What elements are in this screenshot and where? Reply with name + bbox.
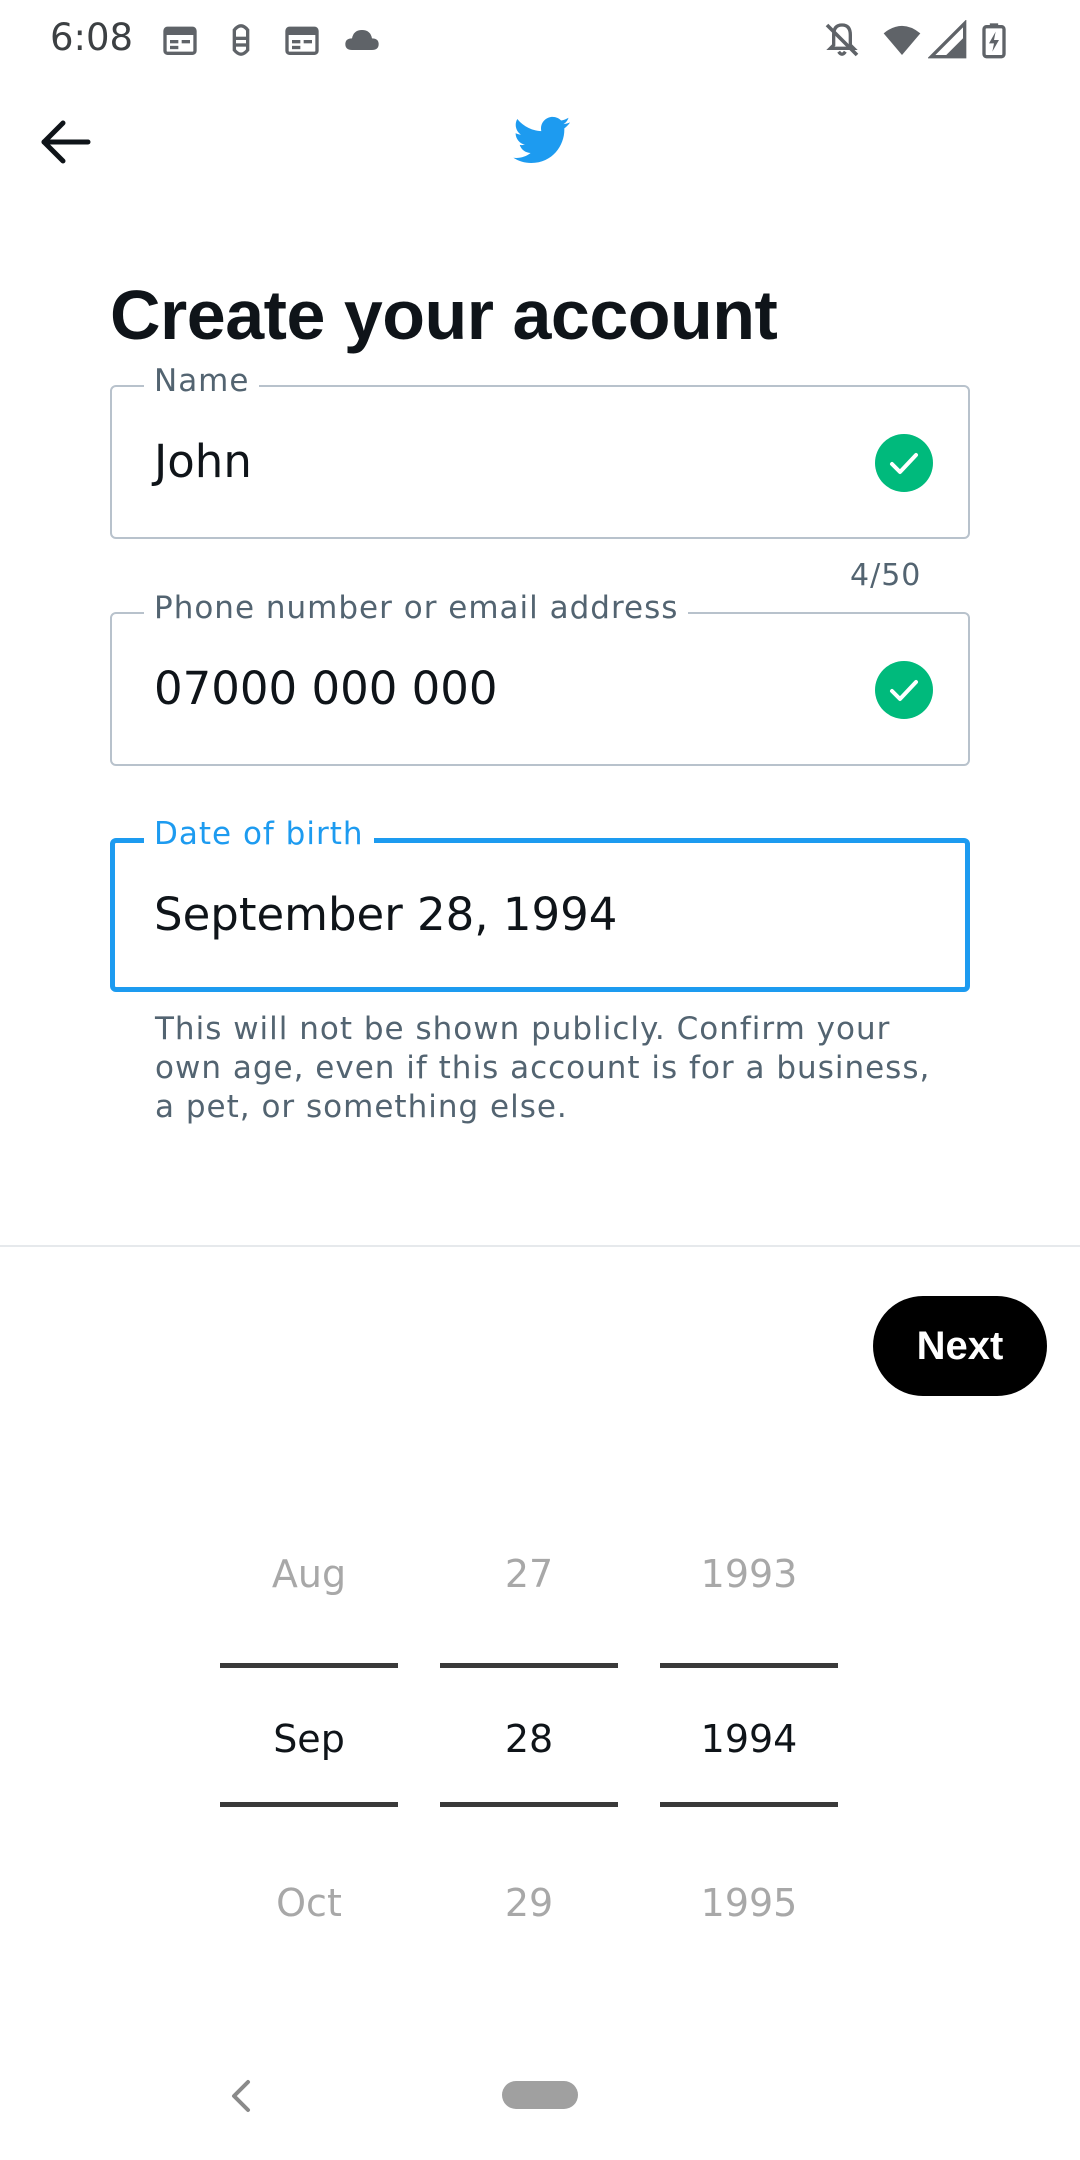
contact-field-value: 07000 000 000	[154, 662, 498, 715]
battery-charging-icon	[974, 20, 1014, 60]
notifications-off-icon	[822, 20, 862, 60]
divider	[0, 1245, 1080, 1247]
name-field-label: Name	[144, 363, 260, 399]
name-char-counter: 4/50	[850, 558, 922, 593]
day-picker[interactable]: 27 28 29	[440, 1530, 618, 1970]
wifi-icon	[882, 20, 922, 60]
arrow-left-icon	[41, 120, 91, 164]
picker-divider	[660, 1802, 838, 1807]
calendar-icon	[160, 20, 200, 60]
cell-signal-icon	[927, 19, 968, 60]
picker-month-prev[interactable]: Aug	[220, 1552, 398, 1596]
twitter-bird-icon	[508, 110, 574, 170]
month-picker[interactable]: Aug Sep Oct	[220, 1530, 398, 1970]
name-field[interactable]: Name John	[110, 363, 970, 539]
contact-field[interactable]: Phone number or email address 07000 000 …	[110, 590, 970, 766]
dob-helper-text: This will not be shown publicly. Confirm…	[155, 1011, 931, 1125]
bug-icon	[221, 20, 261, 60]
calendar-icon	[282, 20, 322, 60]
picker-day-prev[interactable]: 27	[440, 1552, 618, 1596]
picker-month-selected[interactable]: Sep	[220, 1717, 398, 1761]
picker-divider	[220, 1663, 398, 1668]
nav-back-icon	[232, 2080, 250, 2112]
dob-field[interactable]: Date of birth September 28, 1994	[110, 816, 970, 992]
back-button[interactable]	[36, 112, 96, 172]
next-button[interactable]: Next	[873, 1296, 1047, 1396]
dob-field-label: Date of birth	[144, 816, 374, 852]
picker-divider	[440, 1663, 618, 1668]
picker-month-next[interactable]: Oct	[220, 1881, 398, 1925]
name-field-value: John	[154, 435, 252, 488]
picker-divider	[220, 1802, 398, 1807]
picker-divider	[440, 1802, 618, 1807]
picker-year-selected[interactable]: 1994	[660, 1717, 838, 1761]
nav-back-button[interactable]	[226, 2076, 256, 2116]
check-circle-icon	[875, 434, 933, 492]
picker-year-next[interactable]: 1995	[660, 1881, 838, 1925]
picker-day-next[interactable]: 29	[440, 1881, 618, 1925]
status-time: 6:08	[50, 16, 134, 59]
contact-field-label: Phone number or email address	[144, 590, 689, 626]
check-circle-icon	[875, 661, 933, 719]
cloud-icon	[342, 20, 382, 60]
dob-field-value: September 28, 1994	[154, 888, 618, 941]
picker-divider	[660, 1663, 838, 1668]
home-pill-icon[interactable]	[502, 2081, 578, 2109]
picker-day-selected[interactable]: 28	[440, 1717, 618, 1761]
page-title: Create your account	[110, 276, 778, 354]
status-bar: 6:08	[0, 0, 1080, 80]
picker-year-prev[interactable]: 1993	[660, 1552, 838, 1596]
year-picker[interactable]: 1993 1994 1995	[660, 1530, 838, 1970]
